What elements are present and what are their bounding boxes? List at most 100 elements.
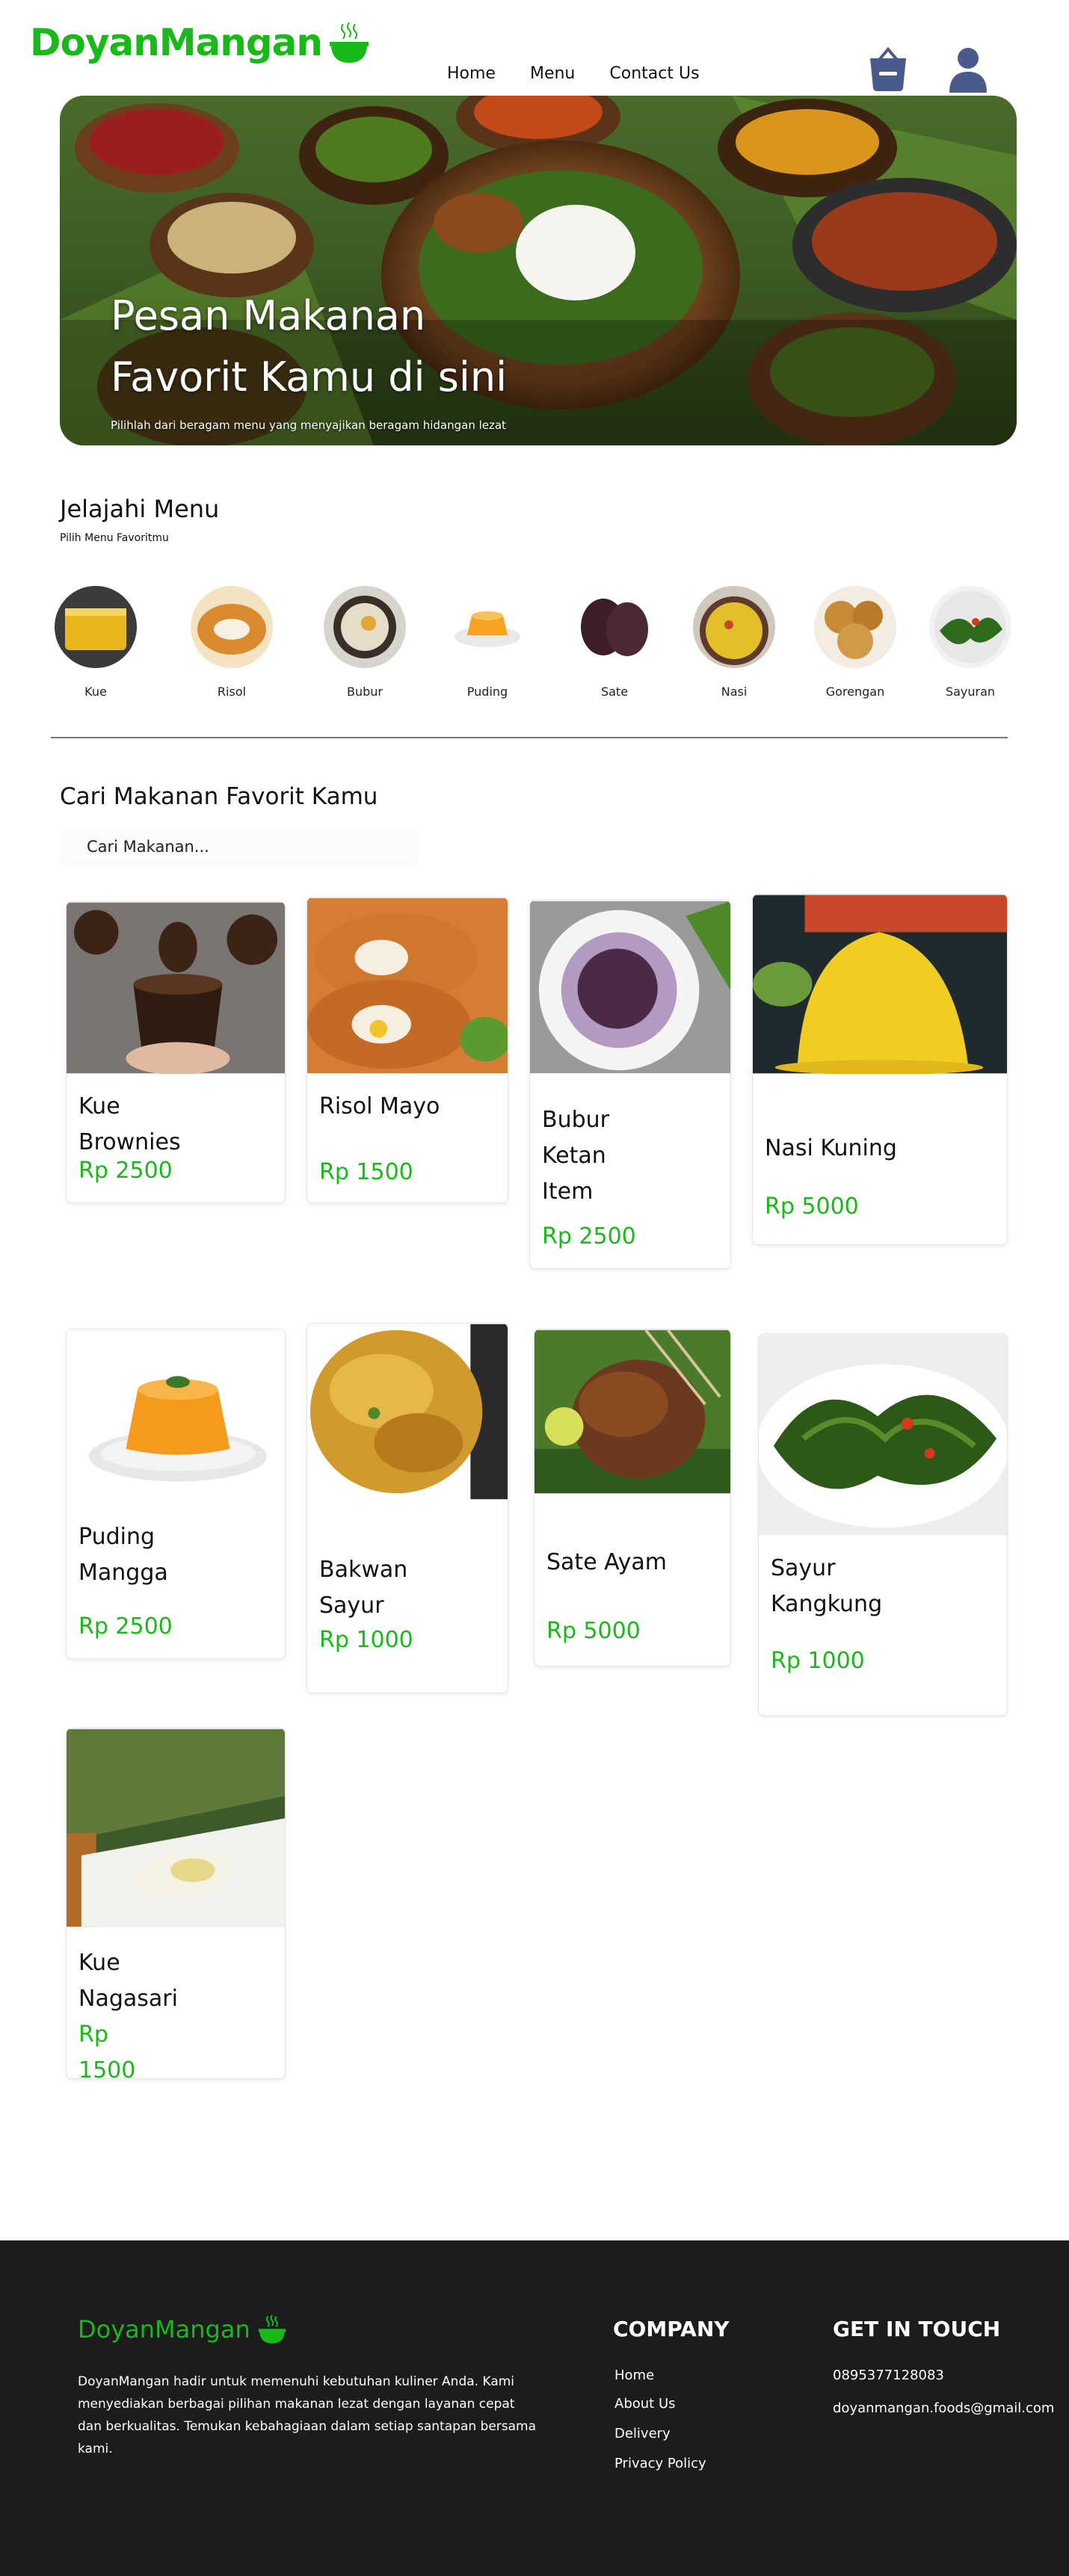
product-image bbox=[753, 895, 1007, 1074]
product-card[interactable]: Puding Mangga Rp 2500 bbox=[66, 1329, 286, 1659]
product-image bbox=[534, 1329, 730, 1494]
bowl-icon bbox=[330, 22, 369, 63]
product-card[interactable]: Nasi Kuning Rp 5000 bbox=[752, 894, 1008, 1245]
product-card[interactable]: Bubur Ketan Item Rp 2500 bbox=[529, 900, 731, 1269]
category-image bbox=[814, 586, 896, 668]
product-image bbox=[67, 902, 285, 1074]
product-name: Kue Nagasari bbox=[78, 1945, 178, 2017]
hero-title-line1: Pesan Makanan bbox=[111, 292, 426, 339]
footer-logo[interactable]: DoyanMangan bbox=[78, 2314, 288, 2345]
search-input[interactable]: Cari Makanan... bbox=[60, 828, 419, 865]
product-card[interactable]: Sate Ayam Rp 5000 bbox=[534, 1329, 731, 1667]
product-name: Bakwan Sayur bbox=[319, 1552, 407, 1624]
product-name: Sayur Kangkung bbox=[771, 1551, 882, 1622]
product-name-line: Kue bbox=[78, 1093, 120, 1119]
section-divider bbox=[51, 737, 1008, 738]
footer-link-about-us[interactable]: About Us bbox=[614, 2396, 676, 2412]
category-image bbox=[573, 586, 656, 668]
category-bubur[interactable]: Bubur bbox=[312, 586, 417, 699]
category-label: Gorengan bbox=[825, 685, 885, 699]
category-kue[interactable]: Kue bbox=[43, 586, 148, 699]
product-name-line: Sayur bbox=[771, 1555, 836, 1581]
product-name: Nasi Kuning bbox=[765, 1131, 897, 1167]
category-nasi[interactable]: Nasi bbox=[682, 586, 786, 699]
product-image bbox=[67, 1729, 285, 1927]
product-name-line: Ketan bbox=[542, 1143, 606, 1169]
product-name-line: Bakwan bbox=[319, 1557, 408, 1583]
category-image bbox=[324, 586, 406, 668]
nav-menu[interactable]: Menu bbox=[530, 64, 575, 83]
product-image bbox=[307, 898, 508, 1074]
category-label: Nasi bbox=[721, 685, 748, 699]
product-price: Rp 1000 bbox=[319, 1627, 413, 1653]
category-sate[interactable]: Sate bbox=[562, 586, 667, 699]
product-price: Rp 2500 bbox=[542, 1223, 636, 1250]
product-name-line: Nasi Kuning bbox=[765, 1135, 897, 1161]
nav-home[interactable]: Home bbox=[447, 64, 496, 83]
footer-brand-name: DoyanMangan bbox=[78, 2315, 250, 2344]
product-card[interactable]: Risol Mayo Rp 1500 bbox=[306, 897, 508, 1203]
product-name-line: Puding bbox=[78, 1524, 155, 1550]
bowl-icon bbox=[258, 2314, 286, 2344]
product-name-line: Nagasari bbox=[78, 1986, 178, 2012]
category-label: Risol bbox=[217, 685, 247, 699]
product-price: Rp 1500 bbox=[78, 2017, 136, 2079]
product-price: Rp 2500 bbox=[78, 1613, 173, 1640]
category-image bbox=[693, 586, 775, 668]
footer-company-title: COMPANY bbox=[613, 2317, 730, 2341]
product-price: Rp 1500 bbox=[319, 1159, 413, 1185]
search-title: Cari Makanan Favorit Kamu bbox=[60, 783, 378, 810]
footer-phone[interactable]: 0895377128083 bbox=[833, 2367, 944, 2383]
product-price-line: Rp bbox=[78, 2021, 108, 2048]
product-name: Risol Mayo bbox=[319, 1089, 440, 1125]
footer-link-delivery[interactable]: Delivery bbox=[614, 2426, 671, 2441]
product-name: Sate Ayam bbox=[546, 1545, 667, 1581]
hero-title: Pesan Makanan Favorit Kamu di sini bbox=[111, 285, 507, 408]
user-icon[interactable] bbox=[948, 46, 988, 94]
product-name-line: Bubur bbox=[542, 1107, 609, 1133]
product-name-line: Mangga bbox=[78, 1560, 168, 1586]
product-image bbox=[307, 1323, 508, 1500]
product-image bbox=[67, 1329, 285, 1501]
product-name-line: Item bbox=[542, 1179, 594, 1205]
product-card[interactable]: Sayur Kangkung Rp 1000 bbox=[758, 1333, 1008, 1716]
brand-logo[interactable]: DoyanMangan bbox=[30, 21, 372, 64]
category-image bbox=[191, 586, 273, 668]
category-label: Sate bbox=[600, 685, 629, 699]
footer-link-privacy-policy[interactable]: Privacy Policy bbox=[614, 2456, 706, 2471]
product-name-line: Risol Mayo bbox=[319, 1093, 440, 1119]
main-nav: Home Menu Contact Us bbox=[447, 64, 700, 83]
category-risol[interactable]: Risol bbox=[179, 586, 284, 699]
product-name-line: Sayur bbox=[319, 1593, 384, 1619]
cart-icon[interactable] bbox=[867, 46, 909, 93]
category-puding[interactable]: Puding bbox=[435, 586, 540, 699]
explore-title: Jelajahi Menu bbox=[60, 495, 220, 523]
product-price: Rp 2500 bbox=[78, 1158, 173, 1184]
product-card[interactable]: Bakwan Sayur Rp 1000 bbox=[306, 1323, 508, 1693]
category-image bbox=[929, 586, 1011, 668]
category-sayuran[interactable]: Sayuran bbox=[918, 586, 1023, 699]
product-price: Rp 1000 bbox=[771, 1648, 865, 1674]
product-name-line: Kangkung bbox=[771, 1591, 883, 1617]
explore-subtitle: Pilih Menu Favoritmu bbox=[60, 532, 169, 544]
site-footer: DoyanMangan DoyanMangan hadir untuk meme… bbox=[0, 2240, 1069, 2576]
product-price: Rp 5000 bbox=[546, 1618, 641, 1644]
category-gorengan[interactable]: Gorengan bbox=[803, 586, 908, 699]
product-name-line: Sate Ayam bbox=[546, 1549, 668, 1575]
footer-link-home[interactable]: Home bbox=[614, 2367, 654, 2383]
product-card[interactable]: Kue Nagasari Rp 1500 bbox=[66, 1728, 286, 2079]
category-image bbox=[55, 586, 137, 668]
category-label: Puding bbox=[466, 685, 508, 699]
nav-contact-us[interactable]: Contact Us bbox=[609, 64, 699, 83]
hero-title-line2: Favorit Kamu di sini bbox=[111, 353, 508, 401]
product-name: Puding Mangga bbox=[78, 1519, 168, 1591]
footer-contact-title: GET IN TOUCH bbox=[833, 2317, 1001, 2341]
footer-email[interactable]: doyanmangan.foods@gmail.com bbox=[833, 2400, 1054, 2416]
product-name: Bubur Ketan Item bbox=[542, 1102, 609, 1210]
footer-description: DoyanMangan hadir untuk memenuhi kebutuh… bbox=[78, 2374, 537, 2456]
product-price: Rp 5000 bbox=[765, 1193, 859, 1220]
product-price-line: 1500 bbox=[78, 2057, 136, 2079]
product-image bbox=[530, 901, 730, 1074]
category-label: Kue bbox=[84, 685, 107, 699]
product-card[interactable]: Kue Brownies Rp 2500 bbox=[66, 901, 286, 1203]
